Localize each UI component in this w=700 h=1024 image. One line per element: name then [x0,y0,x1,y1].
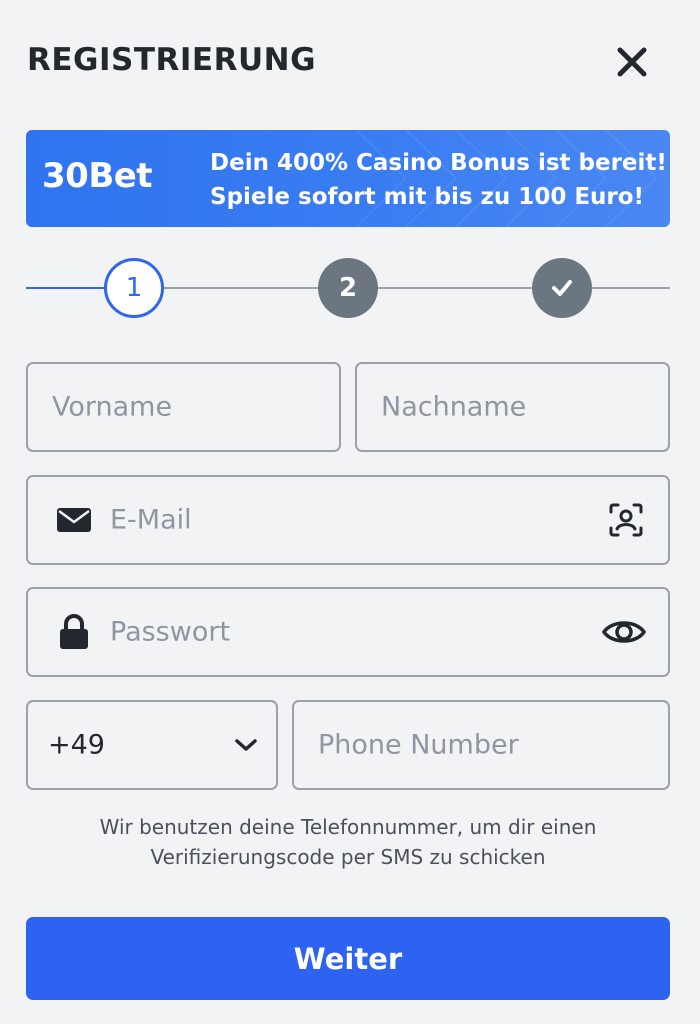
step-line-1-2 [164,287,320,289]
continue-button[interactable]: Weiter [26,917,670,1000]
phone-number-field[interactable]: Phone Number [292,700,670,790]
password-field[interactable]: Passwort [26,587,670,677]
phone-hint-line-2: Verifizierungscode per SMS zu schicken [150,845,546,869]
last-name-field[interactable]: Nachname [355,362,670,452]
step-line-active [26,287,106,289]
brand-logo: 30Bet [42,156,153,196]
first-name-placeholder: Vorname [52,391,173,423]
eye-icon[interactable] [602,617,646,647]
lock-icon [60,614,88,649]
page-title: REGISTRIERUNG [27,42,317,78]
first-name-field[interactable]: Vorname [26,362,341,452]
phone-hint-line-1: Wir benutzen deine Telefonnummer, um dir… [99,815,597,839]
step-3 [532,258,592,318]
email-field[interactable]: E-Mail [26,475,670,565]
mail-icon [57,508,91,532]
country-code-select[interactable]: +49 [26,700,278,790]
step-line-2-3 [378,287,534,289]
banner-line-2: Spiele sofort mit bis zu 100 Euro! [210,184,645,210]
registration-modal: REGISTRIERUNG 30Bet Dein 400% Casino Bon… [0,0,700,1024]
password-placeholder: Passwort [110,616,231,648]
step-line-end [592,287,670,289]
banner-text: Dein 400% Casino Bonus ist bereit! Spiel… [210,146,670,214]
check-icon [552,280,572,296]
banner-line-1: Dein 400% Casino Bonus ist bereit! [210,150,667,176]
phone-hint: Wir benutzen deine Telefonnummer, um dir… [26,812,670,872]
close-button[interactable] [612,42,652,82]
step-2: 2 [318,258,378,318]
progress-stepper: 1 2 [26,257,670,319]
continue-button-label: Weiter [293,941,403,976]
last-name-placeholder: Nachname [381,391,527,423]
phone-number-placeholder: Phone Number [318,729,519,761]
country-code-value: +49 [48,729,105,761]
contact-scan-icon[interactable] [608,502,644,538]
close-icon [617,47,647,77]
bonus-banner[interactable]: 30Bet Dein 400% Casino Bonus ist bereit!… [26,130,670,227]
step-1-label: 1 [125,273,143,303]
step-1: 1 [104,258,164,318]
chevron-down-icon [235,739,257,751]
email-placeholder: E-Mail [110,504,192,536]
step-2-label: 2 [338,273,358,303]
